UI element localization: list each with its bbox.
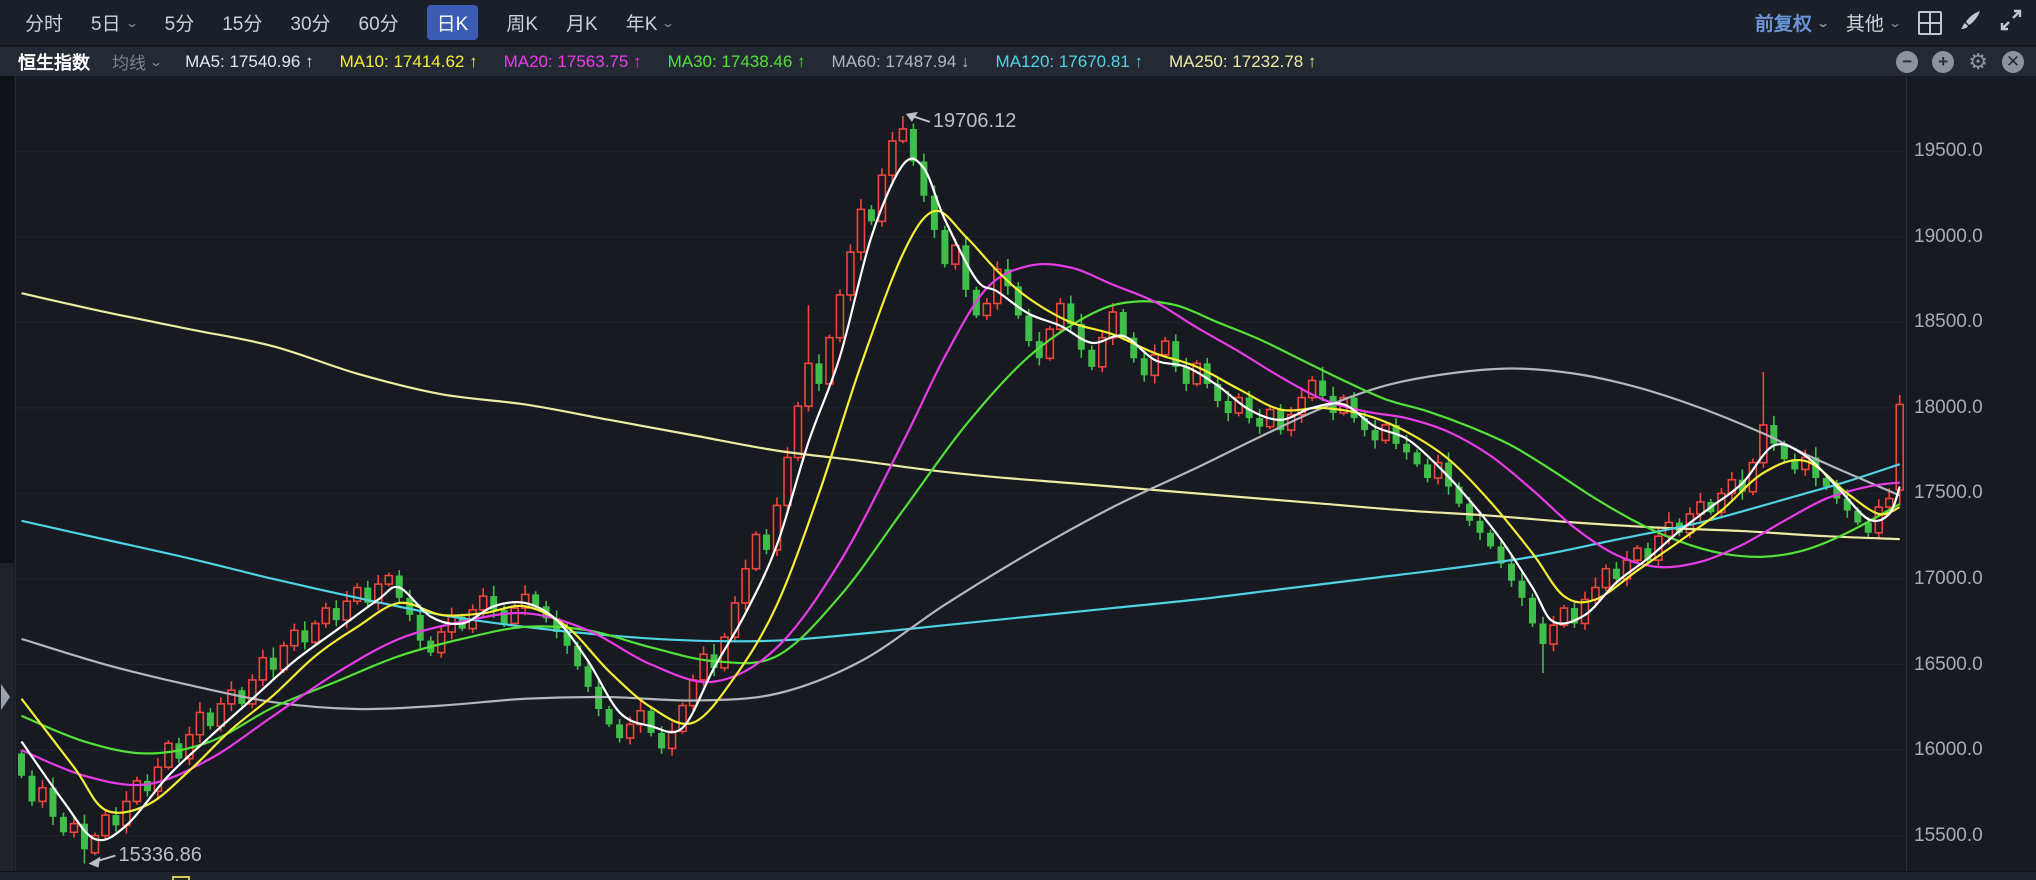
- chevron-down-icon: ⌄: [148, 54, 164, 69]
- plot-left-border: [15, 76, 16, 871]
- chevron-down-icon: ⌄: [124, 15, 139, 30]
- ma-values: MA5: 17540.96 ↑ MA10: 17414.62 ↑ MA20: 175…: [185, 52, 1316, 72]
- volume-panel-label: 成交量: [74, 875, 122, 880]
- indicator-bar-icons: − + ⚙ ✕: [1896, 50, 2036, 73]
- ma-value-MA30: MA30: 17438.46 ↑: [667, 51, 806, 71]
- symbol-name: 恒生指数: [18, 52, 90, 73]
- y-axis-label: 19000.0: [1914, 225, 1983, 247]
- other-dropdown[interactable]: 其他 ⌄: [1846, 9, 1903, 36]
- ma-value-MA5: MA5: 17540.96 ↑: [185, 51, 314, 71]
- grid-layout-icon[interactable]: [1918, 10, 1942, 35]
- y-axis-label: 16500.0: [1914, 653, 1983, 675]
- y-axis-label: 17000.0: [1914, 567, 1983, 589]
- ma-value-MA60: MA60: 17487.94 ↓: [831, 51, 970, 71]
- chevron-down-icon: ⌄: [1887, 15, 1903, 30]
- ma-line-MA250: [21, 292, 1900, 541]
- tab-分时[interactable]: 分时: [25, 9, 63, 36]
- ma-selector-dropdown[interactable]: 均线 ⌄: [112, 49, 164, 74]
- indicator-bar: 恒生指数 均线 ⌄ MA5: 17540.96 ↑ MA10: 17414.62 ↑…: [0, 47, 2036, 76]
- price-annotation: 15336.86: [118, 843, 202, 866]
- period-toolbar: 分时 5日 ⌄ 5分 15分 30分 60分 日K 周K 月K 年K ⌄ 前复权 ⌄ 其他 ⌄: [0, 0, 2036, 46]
- period-tabs: 分时 5日 ⌄ 5分 15分 30分 60分 日K 周K 月K 年K ⌄: [0, 5, 676, 40]
- tab-60分[interactable]: 60分: [359, 9, 399, 36]
- ma-line-MA30: [21, 300, 1901, 755]
- candlestick-chart[interactable]: 19500.0 19000.0 18500.0 18000.0 17500.0 17000…: [0, 76, 2036, 871]
- ma-value-MA250: MA250: 17232.78 ↑: [1168, 51, 1317, 71]
- ma-value-MA120: MA120: 17670.81 ↑: [995, 51, 1143, 71]
- volume-ma-swatch: [172, 876, 190, 880]
- tab-月K[interactable]: 月K: [566, 9, 598, 36]
- tab-5分[interactable]: 5分: [165, 9, 195, 36]
- y-axis-label: 17500.0: [1914, 482, 1983, 504]
- ma-line-MA120: [21, 463, 1901, 643]
- volume-panel-clipped[interactable]: 成交量: [0, 871, 2036, 880]
- ma-value-MA20: MA20: 17563.75 ↑: [503, 51, 642, 71]
- gear-icon[interactable]: ⚙: [1968, 50, 1988, 73]
- y-axis-label: 18000.0: [1914, 396, 1983, 418]
- tab-5日[interactable]: 5日 ⌄: [91, 9, 139, 36]
- y-axis-label: 19500.0: [1914, 140, 1983, 162]
- expand-icon[interactable]: [2000, 9, 2022, 36]
- y-axis-label: 15500.0: [1914, 824, 1983, 846]
- y-axis-label: 16000.0: [1914, 739, 1983, 761]
- brush-icon[interactable]: [1960, 9, 1982, 36]
- tab-周K[interactable]: 周K: [506, 9, 538, 36]
- close-circle-icon[interactable]: ✕: [2002, 50, 2024, 73]
- ma-line-MA5: [20, 157, 1901, 842]
- tab-15分[interactable]: 15分: [222, 9, 262, 36]
- tab-日K[interactable]: 日K: [426, 5, 479, 40]
- chevron-down-icon: ⌄: [661, 15, 676, 30]
- ma-value-MA10: MA10: 17414.62 ↑: [339, 51, 478, 71]
- minus-circle-icon[interactable]: −: [1896, 50, 1919, 73]
- toolbar-right-controls: 前复权 ⌄ 其他 ⌄: [1755, 9, 2036, 36]
- axis-border: [1906, 76, 1907, 871]
- tab-年K[interactable]: 年K ⌄: [626, 9, 676, 36]
- adjust-mode-dropdown[interactable]: 前复权 ⌄: [1755, 9, 1830, 36]
- y-axis-label: 18500.0: [1914, 311, 1983, 333]
- chevron-down-icon: ⌄: [1815, 15, 1830, 30]
- plus-circle-icon[interactable]: +: [1932, 50, 1955, 73]
- price-plot[interactable]: [0, 76, 2036, 871]
- price-annotation: 19706.12: [932, 109, 1017, 132]
- tab-30分[interactable]: 30分: [290, 9, 330, 36]
